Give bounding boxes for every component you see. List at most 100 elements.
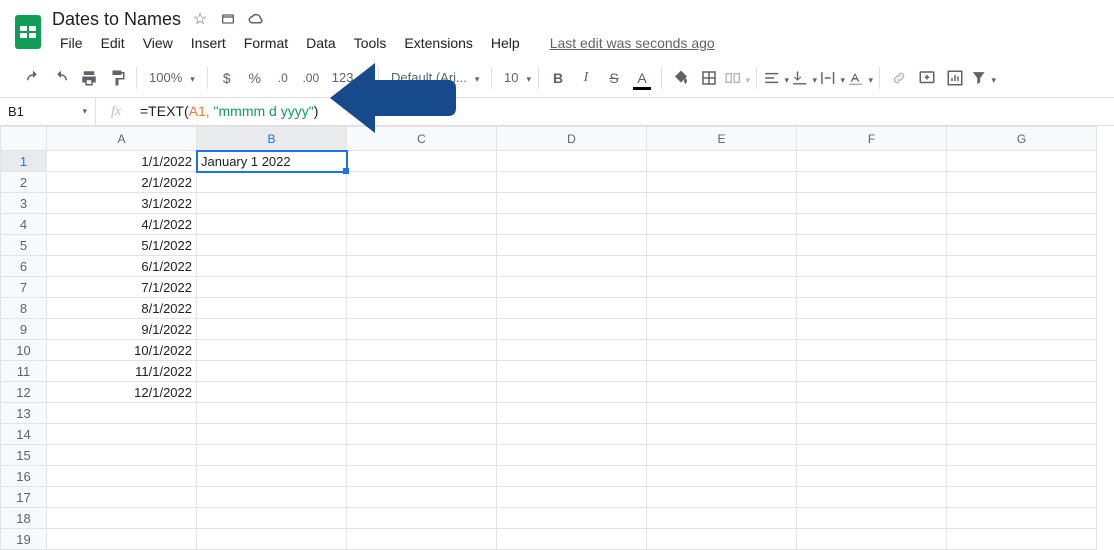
decrease-decimal-button[interactable]: .0 — [270, 64, 296, 92]
row-header[interactable]: 3 — [1, 193, 47, 214]
cell-F5[interactable] — [797, 235, 947, 256]
row-header[interactable]: 19 — [1, 529, 47, 550]
cell-F19[interactable] — [797, 529, 947, 550]
sheets-logo[interactable] — [8, 12, 48, 52]
cell-B4[interactable] — [197, 214, 347, 235]
insert-link-button[interactable] — [886, 64, 912, 92]
row-header[interactable]: 8 — [1, 298, 47, 319]
cell-G7[interactable] — [947, 277, 1097, 298]
menu-view[interactable]: View — [135, 33, 181, 53]
cell-G9[interactable] — [947, 319, 1097, 340]
cell-D13[interactable] — [497, 403, 647, 424]
cell-B19[interactable] — [197, 529, 347, 550]
cell-B12[interactable] — [197, 382, 347, 403]
cell-D9[interactable] — [497, 319, 647, 340]
cell-B1[interactable]: January 1 2022 — [197, 151, 347, 172]
column-header-A[interactable]: A — [47, 127, 197, 151]
cell-F8[interactable] — [797, 298, 947, 319]
more-formats-button[interactable]: 123 — [326, 64, 372, 92]
cell-B3[interactable] — [197, 193, 347, 214]
cell-A5[interactable]: 5/1/2022 — [47, 235, 197, 256]
horizontal-align-button[interactable] — [763, 64, 789, 92]
menu-help[interactable]: Help — [483, 33, 528, 53]
cell-A18[interactable] — [47, 508, 197, 529]
cell-E2[interactable] — [647, 172, 797, 193]
cell-G13[interactable] — [947, 403, 1097, 424]
cell-F18[interactable] — [797, 508, 947, 529]
cell-E9[interactable] — [647, 319, 797, 340]
row-header[interactable]: 1 — [1, 151, 47, 172]
cell-A2[interactable]: 2/1/2022 — [47, 172, 197, 193]
row-header[interactable]: 2 — [1, 172, 47, 193]
cell-B9[interactable] — [197, 319, 347, 340]
vertical-align-button[interactable] — [791, 64, 817, 92]
cell-F7[interactable] — [797, 277, 947, 298]
row-header[interactable]: 15 — [1, 445, 47, 466]
cell-D5[interactable] — [497, 235, 647, 256]
cell-B2[interactable] — [197, 172, 347, 193]
zoom-select[interactable]: 100% — [143, 64, 201, 92]
cell-C9[interactable] — [347, 319, 497, 340]
increase-decimal-button[interactable]: .00 — [298, 64, 324, 92]
formula-input[interactable]: =TEXT(A1, "mmmm d yyyy") — [136, 103, 322, 121]
cell-C14[interactable] — [347, 424, 497, 445]
cell-D14[interactable] — [497, 424, 647, 445]
cell-B6[interactable] — [197, 256, 347, 277]
cell-A11[interactable]: 11/1/2022 — [47, 361, 197, 382]
cell-E18[interactable] — [647, 508, 797, 529]
cell-A8[interactable]: 8/1/2022 — [47, 298, 197, 319]
currency-button[interactable]: $ — [214, 64, 240, 92]
cell-E6[interactable] — [647, 256, 797, 277]
cell-B11[interactable] — [197, 361, 347, 382]
doc-title[interactable]: Dates to Names — [52, 9, 181, 30]
column-header-D[interactable]: D — [497, 127, 647, 151]
cell-D10[interactable] — [497, 340, 647, 361]
menu-data[interactable]: Data — [298, 33, 344, 53]
filter-button[interactable] — [970, 64, 996, 92]
cell-E3[interactable] — [647, 193, 797, 214]
cell-D7[interactable] — [497, 277, 647, 298]
cell-D6[interactable] — [497, 256, 647, 277]
cell-A6[interactable]: 6/1/2022 — [47, 256, 197, 277]
cell-C3[interactable] — [347, 193, 497, 214]
menu-extensions[interactable]: Extensions — [396, 33, 480, 53]
cell-E7[interactable] — [647, 277, 797, 298]
star-icon[interactable]: ☆ — [191, 10, 209, 28]
cell-F2[interactable] — [797, 172, 947, 193]
cell-A15[interactable] — [47, 445, 197, 466]
cell-A1[interactable]: 1/1/2022 — [47, 151, 197, 172]
cell-F13[interactable] — [797, 403, 947, 424]
cell-G4[interactable] — [947, 214, 1097, 235]
menu-tools[interactable]: Tools — [346, 33, 395, 53]
row-header[interactable]: 9 — [1, 319, 47, 340]
cell-A3[interactable]: 3/1/2022 — [47, 193, 197, 214]
cloud-status-icon[interactable] — [247, 10, 265, 28]
row-header[interactable]: 16 — [1, 466, 47, 487]
cell-F16[interactable] — [797, 466, 947, 487]
cell-D4[interactable] — [497, 214, 647, 235]
cell-G14[interactable] — [947, 424, 1097, 445]
cell-A19[interactable] — [47, 529, 197, 550]
cell-C4[interactable] — [347, 214, 497, 235]
row-header[interactable]: 7 — [1, 277, 47, 298]
cell-C15[interactable] — [347, 445, 497, 466]
undo-button[interactable] — [20, 64, 46, 92]
cell-E4[interactable] — [647, 214, 797, 235]
cell-D18[interactable] — [497, 508, 647, 529]
cell-G18[interactable] — [947, 508, 1097, 529]
cell-E12[interactable] — [647, 382, 797, 403]
column-header-F[interactable]: F — [797, 127, 947, 151]
text-color-button[interactable]: A — [629, 64, 655, 92]
column-header-B[interactable]: B — [197, 127, 347, 151]
percent-button[interactable]: % — [242, 64, 268, 92]
font-size-select[interactable]: 10 — [498, 64, 532, 92]
cell-D8[interactable] — [497, 298, 647, 319]
cell-C6[interactable] — [347, 256, 497, 277]
cell-E8[interactable] — [647, 298, 797, 319]
cell-B10[interactable] — [197, 340, 347, 361]
paint-format-button[interactable] — [104, 64, 130, 92]
cell-C11[interactable] — [347, 361, 497, 382]
cell-C16[interactable] — [347, 466, 497, 487]
insert-comment-button[interactable] — [914, 64, 940, 92]
menu-edit[interactable]: Edit — [93, 33, 133, 53]
